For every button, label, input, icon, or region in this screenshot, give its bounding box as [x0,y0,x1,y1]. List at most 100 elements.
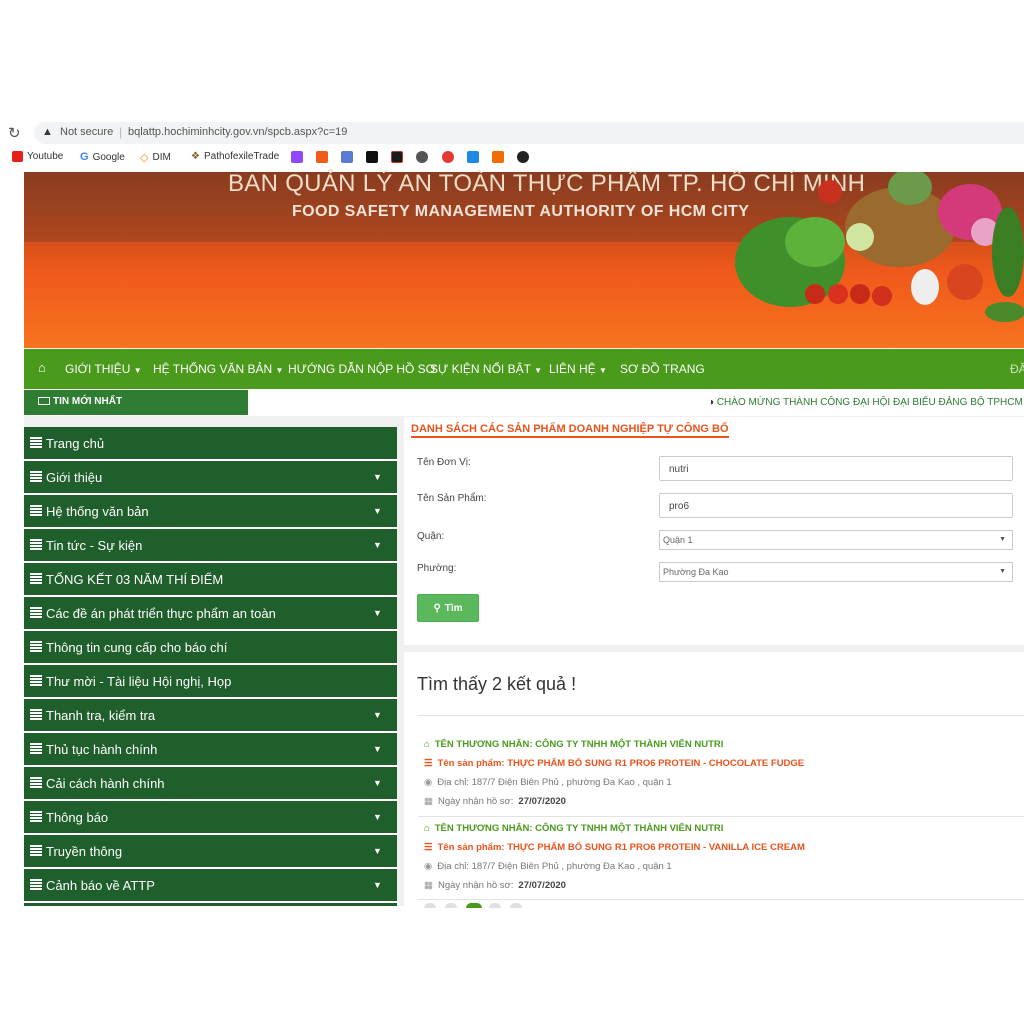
nav-huong-dan-nop-ho-so[interactable]: HƯỚNG DẪN NỘP HỒ SƠ [288,362,436,376]
date-value: 27/07/2020 [518,880,566,891]
latest-news-text: TIN MỚI NHẤT [38,396,122,407]
bookmark-label: DIM [152,152,171,163]
list-icon [30,777,42,788]
list-icon [30,471,42,482]
bookmark-pathofexile[interactable]: ❖ PathofexileTrade [191,151,279,162]
security-label[interactable]: Not secure [60,126,113,138]
list-icon [30,845,42,856]
sidebar-item-truyen-thong[interactable]: Truyền thông ▼ [24,835,397,869]
sidebar-item-label: Hệ thống văn bản [46,503,149,519]
merchant-text: TÊN THƯƠNG NHÂN: CÔNG TY TNHH MỘT THÀNH … [434,823,724,834]
sidebar-item-thong-bao[interactable]: Thông báo ▼ [24,801,397,835]
district-select[interactable]: Quận 1 ▼ [659,530,1013,550]
caret-down-icon: ▼ [373,710,382,720]
caret-down-icon: ▼ [999,568,1006,575]
url-separator: | [119,125,123,139]
list-icon [30,743,42,754]
sidebar-item-he-thong-van-ban[interactable]: Hệ thống văn bản ▼ [24,495,397,529]
caret-down-icon: ▼ [373,846,382,856]
product-text: Tên sản phẩm: THỰC PHẨM BỔ SUNG R1 PRO6 … [437,842,805,853]
bookmark-label: Google [92,151,125,163]
bookmark-dim[interactable]: ◇ DIM [140,151,171,164]
search-heading: DANH SÁCH CÁC SẢN PHẨM DOANH NGHIỆP TỰ C… [411,423,729,438]
divider [418,899,1024,900]
pager-dot[interactable] [510,903,522,908]
caret-down-icon: ▼ [373,812,382,822]
home-icon[interactable]: ⌂ [38,360,46,375]
latest-news-title: TIN MỚI NHẤT [53,396,123,407]
half-circle-icon: ◑ [708,397,715,408]
list-icon [30,879,42,890]
google-icon: G [80,151,89,163]
nav-he-thong-van-ban[interactable]: HỆ THỐNG VĂN BẢN ▼ [153,362,283,376]
ward-select[interactable]: Phường Đa Kao ▼ [659,562,1013,582]
sidebar-item-label: Truyền thông [46,843,123,859]
github-icon[interactable] [517,151,529,163]
banner-subtitle: FOOD SAFETY MANAGEMENT AUTHORITY OF HCM … [292,203,750,220]
search-button-label: Tìm [444,602,463,614]
caret-down-icon: ▼ [373,880,382,890]
caret-down-icon: ▼ [373,608,382,618]
block-icon[interactable] [442,151,454,163]
circle-icon[interactable] [416,151,428,163]
product-label: Tên Sản Phẩm: [417,493,487,504]
nav-overflow[interactable]: ĐĂ [1010,362,1024,376]
product-text: Tên sản phẩm: THỰC PHẨM BỔ SUNG R1 PRO6 … [437,758,805,769]
sidebar-item-thu-moi[interactable]: Thư mời - Tài liệu Hội nghị, Họp [24,665,397,699]
result-product[interactable]: ☰ Tên sản phẩm: THỰC PHẨM BỔ SUNG R1 PRO6… [424,842,805,853]
bookmark-youtube[interactable]: Youtube [12,151,63,162]
result-count: Tìm thấy 2 kết quả ! [417,674,577,694]
sidebar-item-thanh-tra[interactable]: Thanh tra, kiểm tra ▼ [24,699,397,733]
ward-value: Phường Đa Kao [663,567,729,577]
sidebar-item-trang-chu[interactable]: Trang chủ [24,427,397,461]
url-text[interactable]: bqlattp.hochiminhcity.gov.vn/spcb.aspx?c… [128,126,347,138]
news-ticker[interactable]: ◑ CHÀO MỪNG THÀNH CÔNG ĐẠI HỘI ĐẠI BIỂU … [708,397,1024,408]
pager-dot[interactable] [489,903,501,908]
nav-su-kien-noi-bat[interactable]: SỰ KIỆN NỔI BẬT ▼ [430,362,542,376]
sidebar-item-canh-bao[interactable]: Cảnh báo về ATTP ▼ [24,869,397,903]
warning-icon[interactable]: ▲ [42,126,53,138]
sidebar-item-tong-ket[interactable]: TỔNG KẾT 03 NĂM THÍ ĐIỂM [24,563,397,597]
search-button[interactable]: ⚲ Tìm [417,594,479,622]
sidebar-item-label: Trang chủ [46,435,105,451]
sidebar-item-cai-cach[interactable]: Cải cách hành chính ▼ [24,767,397,801]
list-icon: ☰ [424,758,433,769]
caret-down-icon: ▼ [373,506,382,516]
sidebar-item-tin-tuc[interactable]: Tin tức - Sự kiện ▼ [24,529,397,563]
nav-label: GIỚI THIỆU [65,362,131,376]
pager-dot-active[interactable] [466,903,482,908]
ticker-text: CHÀO MỪNG THÀNH CÔNG ĐẠI HỘI ĐẠI BIỂU ĐẢ… [716,397,1024,408]
g2a-icon[interactable] [316,151,328,163]
nav-lien-he[interactable]: LIÊN HỆ ▼ [549,362,607,376]
sidebar-item-de-an[interactable]: Các đề án phát triển thực phẩm an toàn ▼ [24,597,397,631]
pager-dot[interactable] [424,903,436,908]
nav-so-do-trang[interactable]: SƠ ĐỒ TRANG [620,362,705,376]
product-input[interactable]: pro6 [659,493,1013,518]
sidebar-item-label: Cải cách hành chính [46,775,165,791]
site-icon[interactable] [341,151,353,163]
caret-down-icon: ▼ [373,744,382,754]
result-address: ◉ Địa chỉ: 187/7 Điện Biên Phủ , phường Đ… [424,861,672,872]
chevron-down-icon: ▼ [133,366,142,375]
h-icon[interactable] [467,151,479,163]
nav-gioi-thieu[interactable]: GIỚI THIỆU ▼ [65,362,142,376]
result-address: ◉ Địa chỉ: 187/7 Điện Biên Phủ , phường Đ… [424,777,672,788]
sidebar-item-bao-chi[interactable]: Thông tin cung cấp cho báo chí [24,631,397,665]
sidebar-item-gioi-thieu[interactable]: Giới thiệu ▼ [24,461,397,495]
calendar-icon: ▦ [424,880,433,891]
bookmark-icon[interactable] [391,151,403,163]
date-label: Ngày nhận hồ sơ: [437,796,514,807]
bookmark-google[interactable]: G Google [80,151,125,163]
unit-input[interactable]: nutri [659,456,1013,481]
result-date: ▦ Ngày nhận hồ sơ: 27/07/2020 [424,880,566,891]
list-icon [30,641,42,652]
result-product[interactable]: ☰ Tên sản phẩm: THỰC PHẨM BỔ SUNG R1 PRO6… [424,758,804,769]
c-icon[interactable] [366,151,378,163]
shop-icon[interactable] [492,151,504,163]
sidebar-item-label: TỔNG KẾT 03 NĂM THÍ ĐIỂM [46,571,224,587]
pager-dot[interactable] [445,903,457,908]
sidebar-item-thu-tuc[interactable]: Thủ tục hành chính ▼ [24,733,397,767]
twitch-icon[interactable] [291,151,303,163]
reload-icon[interactable]: ↻ [8,124,21,142]
date-label: Ngày nhận hồ sơ: [437,880,514,891]
